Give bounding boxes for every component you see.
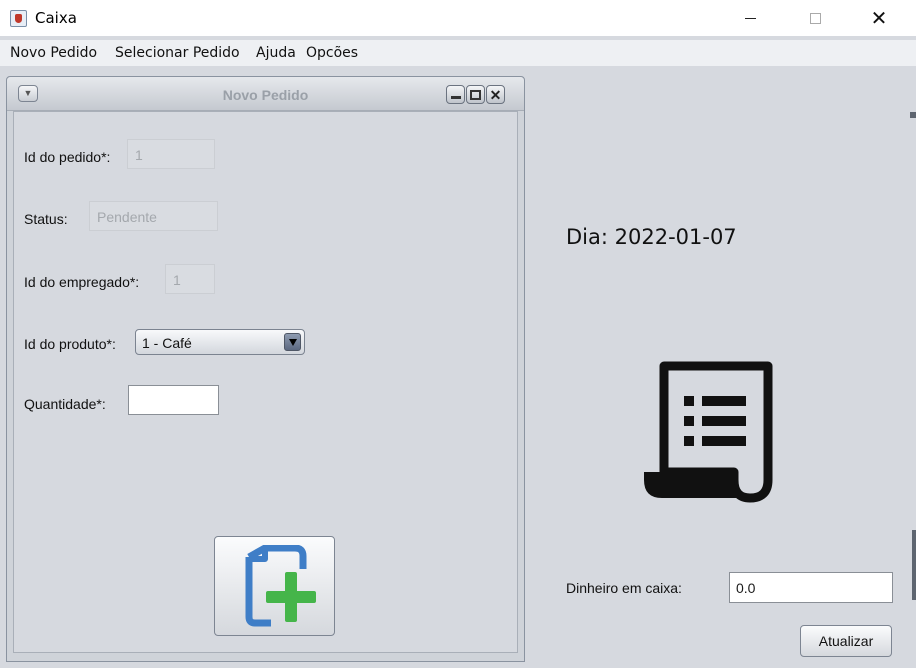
menu-opcoes[interactable]: Opcões xyxy=(306,45,358,61)
frame-close-button[interactable]: ✕ xyxy=(486,85,505,104)
close-icon: ✕ xyxy=(489,86,502,103)
chevron-down-icon[interactable] xyxy=(284,333,301,351)
status-label: Status: xyxy=(24,211,68,227)
novo-pedido-frame: ▼ Novo Pedido ✕ Id do pedido*: 1 Status:… xyxy=(6,76,525,662)
order-id-label: Id do pedido*: xyxy=(24,149,111,165)
quantity-label: Quantidade*: xyxy=(24,396,106,412)
employee-id-label: Id do empregado*: xyxy=(24,274,140,290)
close-button[interactable]: ✕ xyxy=(856,0,902,36)
window-title: Caixa xyxy=(35,9,77,27)
add-order-button[interactable] xyxy=(214,536,335,636)
employee-id-field: 1 xyxy=(165,264,215,294)
product-select-value: 1 - Café xyxy=(142,335,192,351)
add-document-icon xyxy=(245,545,316,627)
cash-field[interactable]: 0.0 xyxy=(729,572,893,603)
current-day: Dia: 2022-01-07 xyxy=(566,225,737,249)
background-window-edge xyxy=(910,112,916,118)
receipt-icon xyxy=(644,361,773,503)
update-button[interactable]: Atualizar xyxy=(800,625,892,657)
background-window-edge xyxy=(912,530,916,600)
minimize-icon xyxy=(450,96,461,99)
menu-bar: Novo Pedido Selecionar Pedido Ajuda Opcõ… xyxy=(0,40,916,66)
frame-titlebar[interactable]: ▼ Novo Pedido ✕ xyxy=(7,77,524,111)
window-titlebar: Caixa ✕ xyxy=(0,0,916,36)
close-icon: ✕ xyxy=(870,6,888,30)
minimize-button[interactable] xyxy=(727,0,773,36)
order-id-field: 1 xyxy=(127,139,215,169)
maximize-icon xyxy=(470,89,481,100)
maximize-icon xyxy=(809,12,821,24)
menu-selecionar-pedido[interactable]: Selecionar Pedido xyxy=(115,45,240,61)
maximize-button[interactable] xyxy=(792,0,838,36)
status-field: Pendente xyxy=(89,201,218,231)
menu-ajuda[interactable]: Ajuda xyxy=(256,45,296,61)
quantity-input[interactable] xyxy=(128,385,219,415)
java-cup-icon xyxy=(10,10,27,27)
minimize-icon xyxy=(744,17,756,19)
cash-label: Dinheiro em caixa: xyxy=(566,580,682,596)
frame-minimize-button[interactable] xyxy=(446,85,465,104)
product-id-label: Id do produto*: xyxy=(24,336,116,352)
product-select[interactable]: 1 - Café xyxy=(135,329,305,355)
order-form: Id do pedido*: 1 Status: Pendente Id do … xyxy=(13,111,518,653)
frame-maximize-button[interactable] xyxy=(466,85,485,104)
menu-novo-pedido[interactable]: Novo Pedido xyxy=(10,45,97,61)
